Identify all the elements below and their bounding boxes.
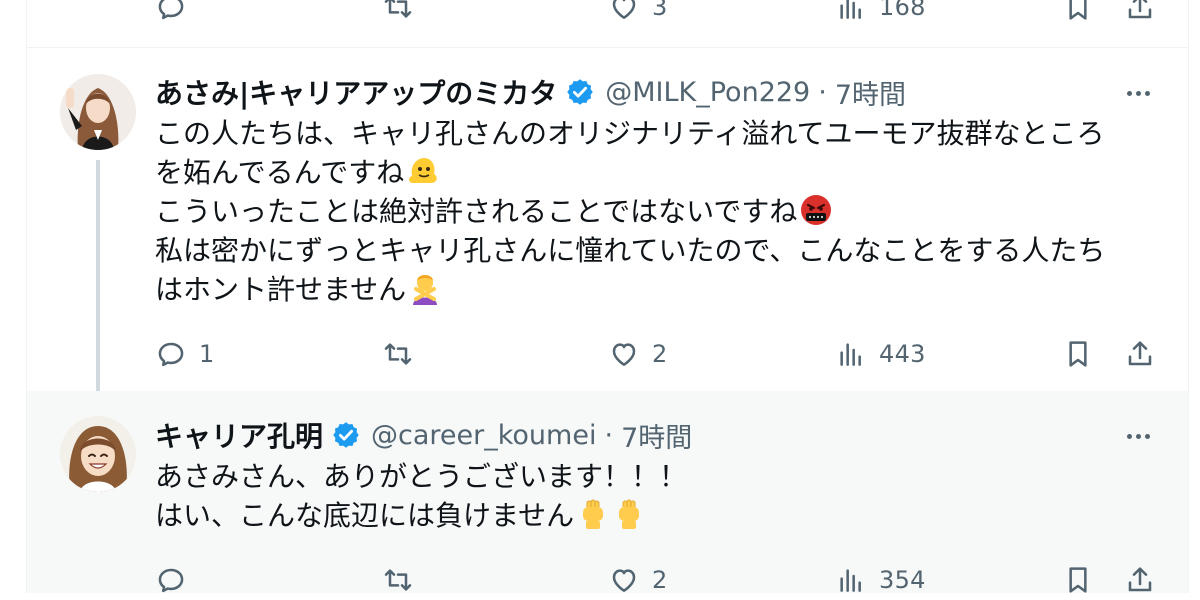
tweet-line-with-emoji: こういったことは絶対許されることではないですね	[155, 192, 1105, 231]
bookmark-button[interactable]	[1062, 334, 1094, 374]
reply-count: 1	[199, 340, 215, 368]
tweet-line: あさみさん、ありがとうございます！！！	[155, 460, 688, 493]
separator-dot: ·	[818, 76, 827, 108]
views-count: 168	[879, 0, 926, 21]
tweet1-actions: 1 2 443	[0, 334, 1200, 374]
like-button[interactable]: 2	[608, 560, 668, 600]
reply-icon	[158, 0, 184, 20]
share-icon	[1128, 567, 1152, 592]
bookmark-icon	[1069, 341, 1087, 367]
retweet-button[interactable]	[382, 334, 426, 374]
share-button[interactable]	[1124, 0, 1156, 27]
handle[interactable]: @MILK_Pon229	[605, 77, 810, 108]
retweet-icon	[384, 0, 412, 18]
more-options-button[interactable]	[1118, 78, 1158, 108]
share-button[interactable]	[1124, 334, 1156, 374]
avatar-career-koumei[interactable]	[60, 416, 136, 492]
timestamp[interactable]: 7時間	[835, 73, 906, 112]
verified-badge-icon	[333, 422, 359, 448]
bookmark-button[interactable]	[1062, 0, 1094, 27]
tweet2-actions: 2 354	[0, 560, 1200, 600]
like-count: 2	[652, 340, 668, 368]
bookmark-icon	[1069, 567, 1087, 593]
reply-button[interactable]: 1	[155, 334, 215, 374]
tweet2-header: キャリア孔明 @career_koumei · 7時間	[155, 415, 692, 455]
handle[interactable]: @career_koumei	[371, 420, 596, 451]
timeline-border-right	[1188, 0, 1189, 593]
raised-fist-emoji-icon	[619, 499, 640, 529]
reply-button[interactable]	[155, 0, 199, 27]
tweet-line: この人たちは、キャリ孔さんのオリジナリティ溢れてユーモア抜群なところ	[155, 117, 1105, 150]
more-icon	[1126, 90, 1132, 96]
views-count: 443	[879, 340, 926, 368]
timestamp[interactable]: 7時間	[621, 416, 692, 455]
tweet-line-with-emoji: はホント許せません	[155, 270, 1105, 309]
separator-dot: ·	[604, 419, 614, 451]
reply-icon	[158, 342, 184, 367]
display-name[interactable]: あさみ|キャリアアップのミカタ	[155, 72, 557, 112]
raised-fist-emoji-icon	[583, 499, 604, 529]
like-icon	[612, 343, 636, 366]
melting-face-emoji-icon	[409, 158, 437, 183]
like-button[interactable]: 3	[608, 0, 668, 27]
retweet-button[interactable]	[382, 560, 426, 600]
retweet-button[interactable]	[382, 0, 426, 27]
reply-button[interactable]	[155, 560, 199, 600]
more-options-button[interactable]	[1118, 421, 1158, 451]
like-icon	[612, 0, 636, 19]
share-icon	[1128, 0, 1152, 19]
person-gesturing-no-emoji-icon	[413, 275, 438, 305]
like-icon	[612, 569, 636, 592]
tweet2-text: あさみさん、ありがとうございます！！！ はい、こんな底辺には負けません	[155, 457, 687, 535]
share-icon	[1128, 341, 1152, 366]
tweet-line-with-emoji: はい、こんな底辺には負けません	[155, 496, 687, 535]
like-count: 3	[652, 0, 668, 21]
bookmark-icon	[1069, 0, 1087, 20]
display-name[interactable]: キャリア孔明	[155, 415, 323, 455]
views-button[interactable]: 443	[835, 334, 926, 374]
avatar-asami[interactable]	[60, 74, 136, 150]
share-button[interactable]	[1124, 560, 1156, 600]
views-icon	[840, 0, 861, 19]
tweet1-header: あさみ|キャリアアップのミカタ @MILK_Pon229 · 7時間	[155, 72, 906, 112]
reply-icon	[158, 568, 184, 593]
tweet-line-with-emoji: を妬んでるんですね	[155, 153, 1105, 192]
like-button[interactable]: 2	[608, 334, 668, 374]
cursing-face-emoji-icon	[801, 195, 832, 225]
views-icon	[840, 569, 861, 592]
retweet-icon	[384, 343, 412, 365]
previous-tweet-actions: 3 168	[0, 0, 1200, 27]
more-icon	[1126, 433, 1132, 439]
views-count: 354	[879, 566, 926, 594]
tweet1-text: この人たちは、キャリ孔さんのオリジナリティ溢れてユーモア抜群なところ を妬んでる…	[155, 114, 1105, 309]
views-icon	[840, 343, 861, 366]
retweet-icon	[384, 569, 412, 591]
views-button[interactable]: 168	[835, 0, 926, 27]
bookmark-button[interactable]	[1062, 560, 1094, 600]
tweet-line: 私は密かにずっとキャリ孔さんに憧れていたので、こんなことをする人たち	[155, 234, 1106, 267]
verified-badge-icon	[567, 79, 593, 105]
like-count: 2	[652, 566, 668, 594]
views-button[interactable]: 354	[835, 560, 926, 600]
